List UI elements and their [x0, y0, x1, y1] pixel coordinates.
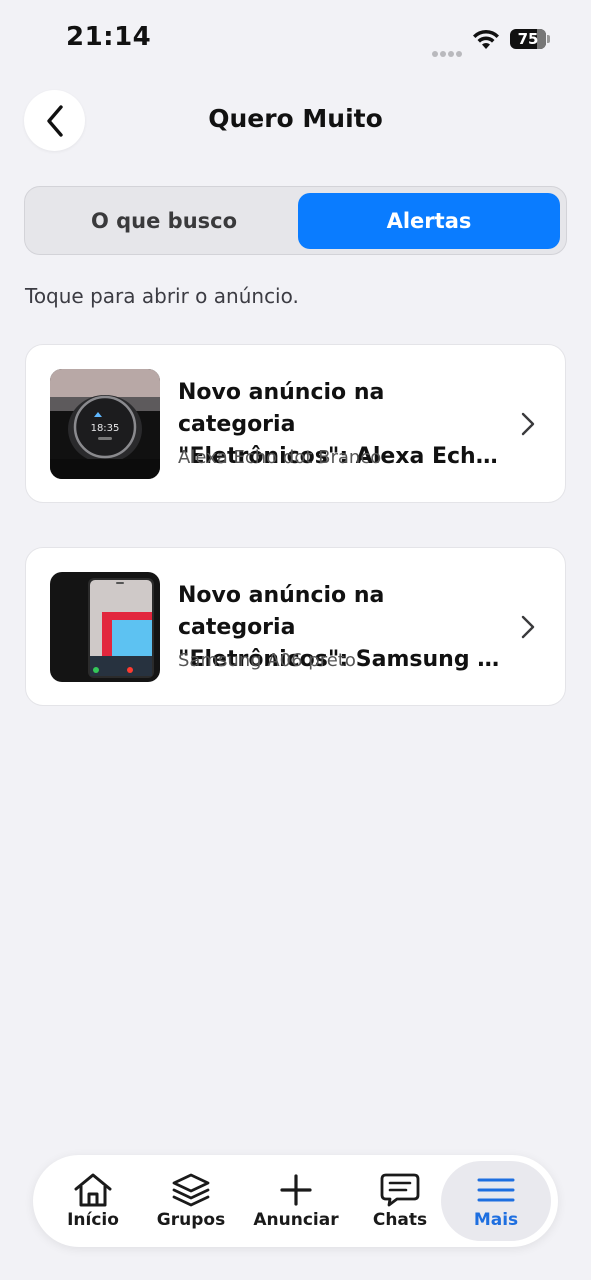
home-icon [74, 1173, 112, 1207]
alert-subtitle: Samsung A06 preto [178, 650, 356, 671]
tab-o-que-busco[interactable]: O que busco [31, 193, 297, 249]
alert-card[interactable]: 18:35 Novo anúncio na categoria "Eletrôn… [25, 344, 566, 503]
status-bar: 21:14 75 [0, 0, 591, 80]
chat-icon [380, 1173, 420, 1207]
layers-icon [172, 1173, 210, 1207]
tab-mais[interactable]: Mais [451, 1155, 541, 1247]
thumb-clock-text: 18:35 [91, 423, 120, 434]
tab-label: Chats [372, 1210, 428, 1230]
tab-label: Início [67, 1210, 119, 1230]
chevron-right-icon [521, 615, 535, 639]
tab-inicio[interactable]: Início [47, 1155, 139, 1247]
tab-grupos[interactable]: Grupos [145, 1155, 237, 1247]
chevron-right-icon [521, 412, 535, 436]
cellular-signal-icon [432, 42, 464, 57]
segmented-control: O que busco Alertas [24, 186, 567, 255]
tab-chats[interactable]: Chats [355, 1155, 445, 1247]
tab-label: Anunciar [253, 1210, 339, 1230]
menu-icon [477, 1178, 515, 1202]
tab-label: Grupos [156, 1210, 226, 1230]
samsung-phone-image [50, 572, 160, 682]
battery-percent: 75 [517, 30, 539, 48]
status-time: 21:14 [66, 22, 152, 52]
hint-text: Toque para abrir o anúncio. [25, 284, 299, 308]
tab-anunciar[interactable]: Anunciar [249, 1155, 343, 1247]
echo-dot-image: 18:35 [50, 369, 160, 479]
plus-icon [280, 1174, 312, 1206]
bottom-tab-bar: Início Grupos Anunciar Chats Mais [33, 1155, 558, 1247]
wifi-icon [473, 29, 499, 49]
page-title: Quero Muito [208, 104, 383, 133]
tab-label: Mais [473, 1210, 519, 1230]
tab-alertas[interactable]: Alertas [298, 193, 560, 249]
battery-indicator: 75 [510, 29, 550, 49]
alert-subtitle: Alexa Echo dot Branco [178, 447, 382, 468]
alert-card[interactable]: Novo anúncio na categoria "Eletrônicos":… [25, 547, 566, 706]
